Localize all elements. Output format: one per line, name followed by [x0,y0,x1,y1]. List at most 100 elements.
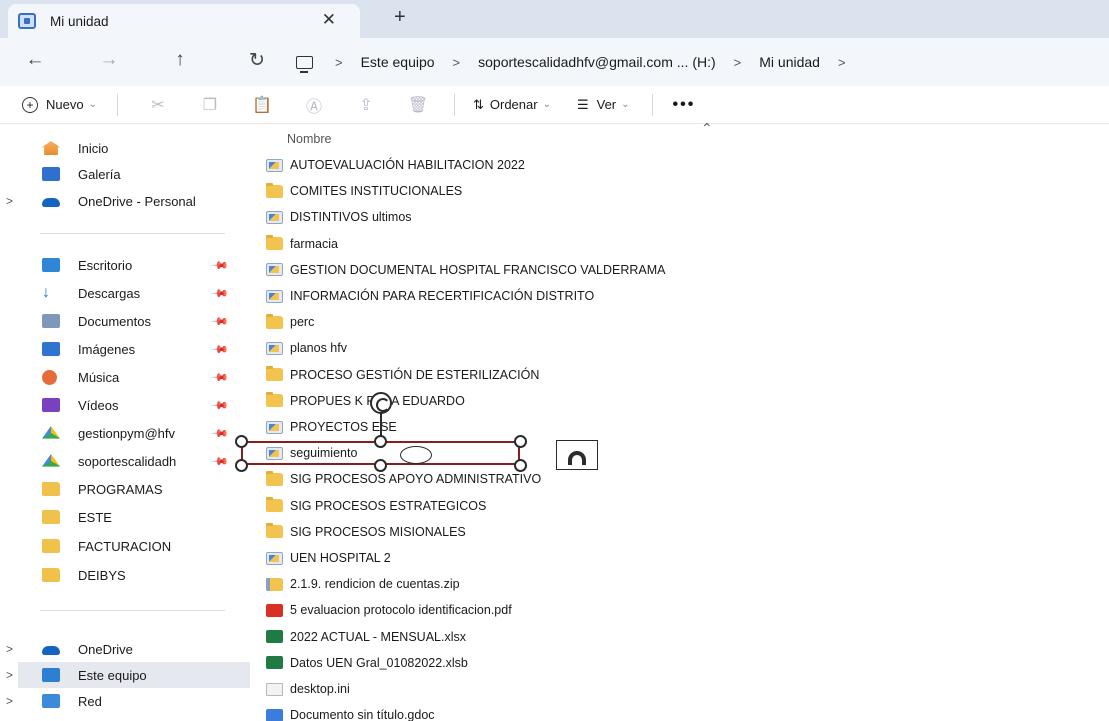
sidebar-item-programas[interactable]: PROGRAMAS [0,476,250,502]
file-row[interactable]: SIG PROCESOS APOYO ADMINISTRATIVO [266,466,541,492]
paste-icon[interactable]: 📋 [250,95,274,115]
google-drive-icon [42,426,60,439]
resize-handle[interactable] [235,459,248,472]
file-row[interactable]: Documento sin título.gdoc [266,702,435,721]
file-row[interactable]: desktop.ini [266,676,350,702]
pin-icon: 📌 [210,340,229,359]
close-tab-icon[interactable]: ✕ [322,10,336,30]
file-row[interactable]: SIG PROCESOS ESTRATEGICOS [266,493,486,519]
refresh-button[interactable]: ↻ [244,49,270,72]
images-icon [42,342,60,356]
folder-shortcut-icon [266,158,283,172]
gallery-icon [42,167,60,181]
expand-chevron-icon[interactable]: > [6,694,13,708]
sidebar-item-red[interactable]: > Red [0,688,250,714]
file-row[interactable]: planos hfv [266,335,347,361]
rename-icon[interactable]: Ⓐ [302,93,326,117]
navigation-pane: Inicio Galería > OneDrive - Personal Esc… [0,124,250,721]
breadcrumb-separator: > [733,54,742,70]
file-row[interactable]: DISTINTIVOS ultimos [266,204,412,230]
sidebar-item-este-equipo[interactable]: > Este equipo [6,662,250,688]
expand-chevron-icon[interactable]: > [6,668,13,682]
music-icon [42,369,57,385]
resize-handle[interactable] [374,459,387,472]
up-button[interactable]: ↑ [167,49,193,71]
divider [651,93,653,116]
command-bar: + Nuevo ⌄ ✂ ❐ 📋 Ⓐ ⇪ 🗑 ⇅ Ordenar ⌄ ☰ Ver … [0,86,1109,124]
sidebar-item-documentos[interactable]: Documentos 📌 [0,308,250,334]
onedrive-icon [42,645,60,655]
address-bar[interactable]: > Este equipo > soportescalidadhfv@gmail… [284,46,1109,78]
chevron-down-icon: ⌄ [88,99,97,110]
file-row[interactable]: GESTION DOCUMENTAL HOSPITAL FRANCISCO VA… [266,257,666,283]
sidebar-item-onedrive[interactable]: > OneDrive [0,636,250,662]
cut-icon[interactable]: ✂ [146,95,170,115]
expand-chevron-icon[interactable]: > [6,642,13,656]
sidebar-item-deibys[interactable]: DEIBYS [0,562,250,588]
file-row[interactable]: SIG PROCESOS MISIONALES [266,519,466,545]
file-row[interactable]: Datos UEN Gral_01082022.xlsb [266,650,468,676]
sidebar-item-label: PROGRAMAS [78,481,163,497]
view-button[interactable]: ☰ Ver ⌄ [577,97,630,113]
forward-button[interactable]: → [96,49,122,71]
sidebar-item-inicio[interactable]: Inicio [0,135,250,161]
copy-icon[interactable]: ❐ [198,95,222,115]
sidebar-item-gestionpym[interactable]: gestionpym@hfv 📌 [0,420,250,446]
breadcrumb-drive[interactable]: soportescalidadhfv@gmail.com ... (H:) [478,54,716,70]
new-button[interactable]: + Nuevo ⌄ [22,96,97,113]
sidebar-item-descargas[interactable]: ↓ Descargas 📌 [0,280,250,306]
folder-shortcut-icon [266,341,283,355]
sort-icon: ⇅ [472,96,484,112]
breadcrumb-este-equipo[interactable]: Este equipo [361,54,435,70]
file-row[interactable]: 2022 ACTUAL - MENSUAL.xlsx [266,624,466,650]
file-name: AUTOEVALUACIÓN HABILITACION 2022 [290,158,525,172]
column-header-name[interactable]: Nombre [287,132,331,146]
sidebar-item-musica[interactable]: Música 📌 [0,364,250,390]
resize-handle[interactable] [514,435,527,448]
resize-handle[interactable] [374,435,387,448]
layout-options-button[interactable] [556,440,598,470]
drive-icon [18,13,36,29]
folder-shortcut-icon [266,263,283,277]
file-row[interactable]: perc [266,309,314,335]
ini-file-icon [266,682,283,696]
resize-handle[interactable] [514,459,527,472]
file-row[interactable]: AUTOEVALUACIÓN HABILITACION 2022 [266,152,525,178]
sort-button[interactable]: ⇅ Ordenar ⌄ [473,97,551,113]
pc-icon [42,668,60,682]
back-button[interactable]: ← [22,49,48,71]
folder-shortcut-icon [266,420,283,434]
file-row[interactable]: farmacia [266,231,338,257]
expand-chevron-icon[interactable]: > [6,194,13,208]
tab-mi-unidad[interactable]: Mi unidad ✕ [8,4,360,38]
folder-icon [42,568,60,582]
sidebar-item-label: Vídeos [78,397,119,413]
resize-handle[interactable] [235,435,248,448]
sidebar-item-escritorio[interactable]: Escritorio 📌 [0,252,250,278]
sidebar-item-este[interactable]: ESTE [0,504,250,530]
file-row[interactable]: COMITES INSTITUCIONALES [266,178,462,204]
new-tab-button[interactable]: + [394,6,406,29]
rotate-handle-icon[interactable] [370,392,392,414]
ellipse-shape[interactable] [400,446,432,464]
file-row[interactable]: PROPUES K PARA EDUARDO [266,388,465,414]
sidebar-item-facturacion[interactable]: FACTURACION [0,533,250,559]
file-row[interactable]: 5 evaluacion protocolo identificacion.pd… [266,597,512,623]
more-options-button[interactable]: ••• [673,96,696,114]
pdf-icon [266,603,283,617]
share-icon[interactable]: ⇪ [354,95,378,115]
sidebar-item-onedrive-personal[interactable]: > OneDrive - Personal [0,188,250,214]
google-drive-icon [42,454,60,467]
file-row[interactable]: PROCESO GESTIÓN DE ESTERILIZACIÓN [266,362,539,388]
folder-icon [266,497,283,513]
breadcrumb-mi-unidad[interactable]: Mi unidad [759,54,820,70]
sidebar-item-galeria[interactable]: Galería [0,161,250,187]
file-row[interactable]: UEN HOSPITAL 2 [266,545,391,571]
delete-icon[interactable]: 🗑 [406,95,430,115]
file-row[interactable]: INFORMACIÓN PARA RECERTIFICACIÓN DISTRIT… [266,283,594,309]
sidebar-item-imagenes[interactable]: Imágenes 📌 [0,336,250,362]
file-row[interactable]: 2.1.9. rendicion de cuentas.zip [266,571,460,597]
sidebar-item-videos[interactable]: Vídeos 📌 [0,392,250,418]
sidebar-item-soportescalidad[interactable]: soportescalidadh 📌 [0,448,250,474]
view-label: Ver [596,97,617,112]
